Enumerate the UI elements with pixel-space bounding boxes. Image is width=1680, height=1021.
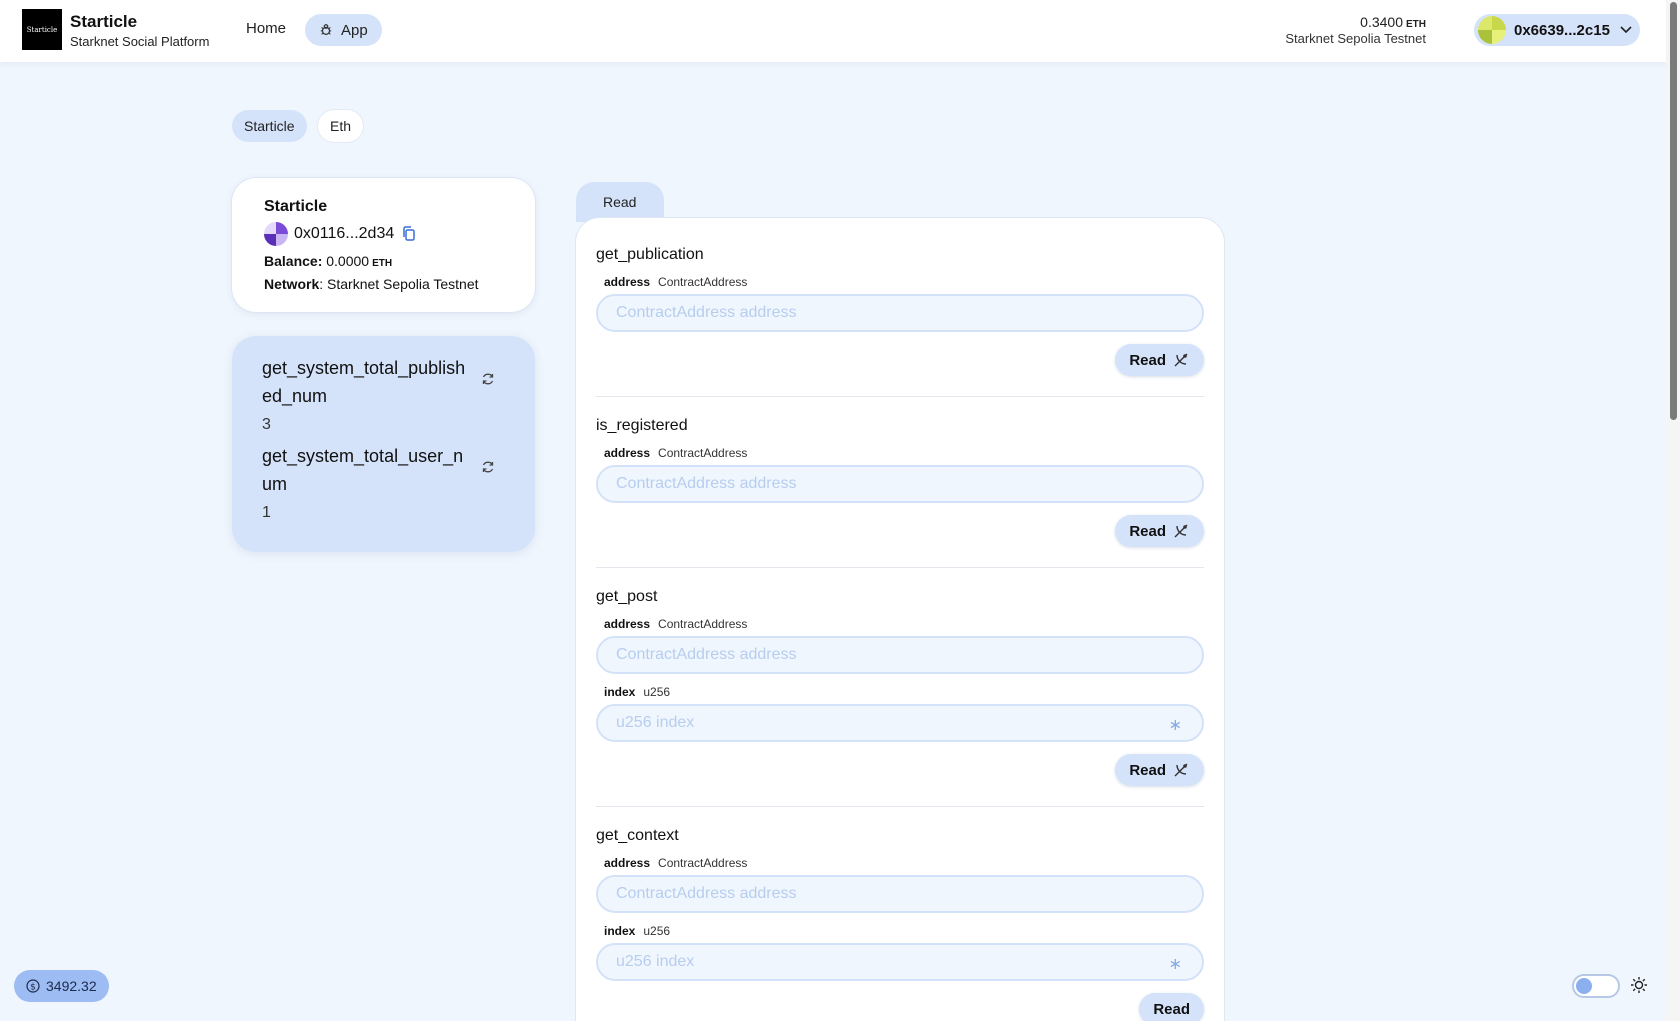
refresh-icon[interactable] xyxy=(481,460,495,474)
balance-label: Balance: xyxy=(264,253,323,269)
function-name: is_registered xyxy=(596,417,688,434)
asterisk-icon: ∗ xyxy=(1168,717,1182,734)
param-label: address ContractAddress xyxy=(604,446,748,460)
account-button[interactable]: 0x6639...2c15 xyxy=(1474,14,1640,46)
read-functions-panel: get_publication address ContractAddress C… xyxy=(576,218,1224,1021)
contract-address: 0x0116...2d34 xyxy=(294,225,395,242)
bug-icon xyxy=(320,24,332,35)
brand: Starticle Starknet Social Platform xyxy=(70,12,209,49)
function-name: get_post xyxy=(596,588,658,605)
variable-item: get_system_total_user_num 1 xyxy=(262,442,505,522)
variable-value: 3 xyxy=(262,416,271,433)
contract-name: Starticle xyxy=(264,198,328,215)
tab-read[interactable]: Read xyxy=(576,182,664,222)
tab-starticle[interactable]: Starticle xyxy=(232,110,307,142)
variable-name: get_system_total_published_num xyxy=(262,358,466,406)
address-input[interactable]: ContractAddress address xyxy=(596,636,1204,674)
function-get-publication: get_publication address ContractAddress C… xyxy=(596,246,1204,397)
logo[interactable]: Starticle xyxy=(22,9,62,50)
svg-text:$: $ xyxy=(30,983,36,993)
balance-amount: 0.3400 xyxy=(1360,14,1403,30)
account-balance: 0.3400 ETH Starknet Sepolia Testnet xyxy=(1285,14,1426,46)
address-input[interactable]: ContractAddress address xyxy=(596,294,1204,332)
scrollbar-thumb[interactable] xyxy=(1670,2,1677,420)
satellite-icon xyxy=(1174,353,1188,367)
satellite-icon xyxy=(1174,763,1188,777)
account-address: 0x6639...2c15 xyxy=(1514,21,1610,39)
copy-icon[interactable] xyxy=(400,225,418,243)
eth-price-badge: $ 3492.32 xyxy=(14,970,109,1002)
contract-balance: 0.0000 xyxy=(326,253,370,269)
contract-avatar xyxy=(264,222,288,246)
contract-network: Starknet Sepolia Testnet xyxy=(327,276,479,292)
chevron-down-icon xyxy=(1620,26,1632,34)
function-get-post: get_post address ContractAddress Contract… xyxy=(596,588,1204,807)
param-label: address ContractAddress xyxy=(604,856,748,870)
eth-price: 3492.32 xyxy=(46,978,97,994)
satellite-icon xyxy=(1174,524,1188,538)
variable-value: 1 xyxy=(262,504,271,521)
logo-text: Starticle xyxy=(26,25,58,34)
nav-app-link[interactable]: App xyxy=(305,14,382,46)
address-input[interactable]: ContractAddress address xyxy=(596,875,1204,913)
param-label: index u256 xyxy=(604,924,671,938)
variable-item: get_system_total_published_num 3 xyxy=(262,354,505,434)
read-button[interactable]: Read xyxy=(1139,993,1204,1021)
tab-eth[interactable]: Eth xyxy=(318,110,364,142)
theme-toggle[interactable] xyxy=(1572,974,1620,998)
asterisk-icon: ∗ xyxy=(1168,956,1182,973)
read-button[interactable]: Read xyxy=(1115,515,1204,547)
function-name: get_publication xyxy=(596,246,704,263)
sun-icon xyxy=(1631,977,1647,993)
nav-app-label: App xyxy=(341,21,368,39)
network-label: Starknet Sepolia Testnet xyxy=(1285,31,1426,46)
balance-unit: ETH xyxy=(1406,19,1426,30)
address-input[interactable]: ContractAddress address xyxy=(596,465,1204,503)
function-get-context: get_context address ContractAddress Contr… xyxy=(596,827,1204,1021)
avatar xyxy=(1478,16,1506,44)
toggle-knob xyxy=(1576,978,1592,994)
contract-balance-unit: ETH xyxy=(372,258,393,269)
contract-variables-card: get_system_total_published_num 3 get_sys… xyxy=(232,336,535,552)
refresh-icon[interactable] xyxy=(481,372,495,386)
function-is-registered: is_registered address ContractAddress Con… xyxy=(596,417,1204,568)
network-key: Network xyxy=(264,276,320,292)
index-input[interactable]: u256 index ∗ xyxy=(596,704,1204,742)
contract-info-card: Starticle 0x0116...2d34 Balance: 0.0000 E… xyxy=(232,178,535,312)
index-input[interactable]: u256 index ∗ xyxy=(596,943,1204,981)
brand-subtitle: Starknet Social Platform xyxy=(70,34,210,49)
dollar-icon: $ xyxy=(26,979,40,993)
variable-name: get_system_total_user_num xyxy=(262,446,464,494)
function-name: get_context xyxy=(596,827,679,844)
nav-home-link[interactable]: Home xyxy=(246,20,286,37)
read-button[interactable]: Read xyxy=(1115,754,1204,786)
param-label: address ContractAddress xyxy=(604,275,748,289)
param-label: address ContractAddress xyxy=(604,617,748,631)
read-button[interactable]: Read xyxy=(1115,344,1204,376)
param-label: index u256 xyxy=(604,685,671,699)
app-header: Starticle Starticle Starknet Social Plat… xyxy=(0,0,1666,62)
brand-title: Starticle xyxy=(70,12,138,31)
scrollbar[interactable] xyxy=(1666,0,1680,1021)
